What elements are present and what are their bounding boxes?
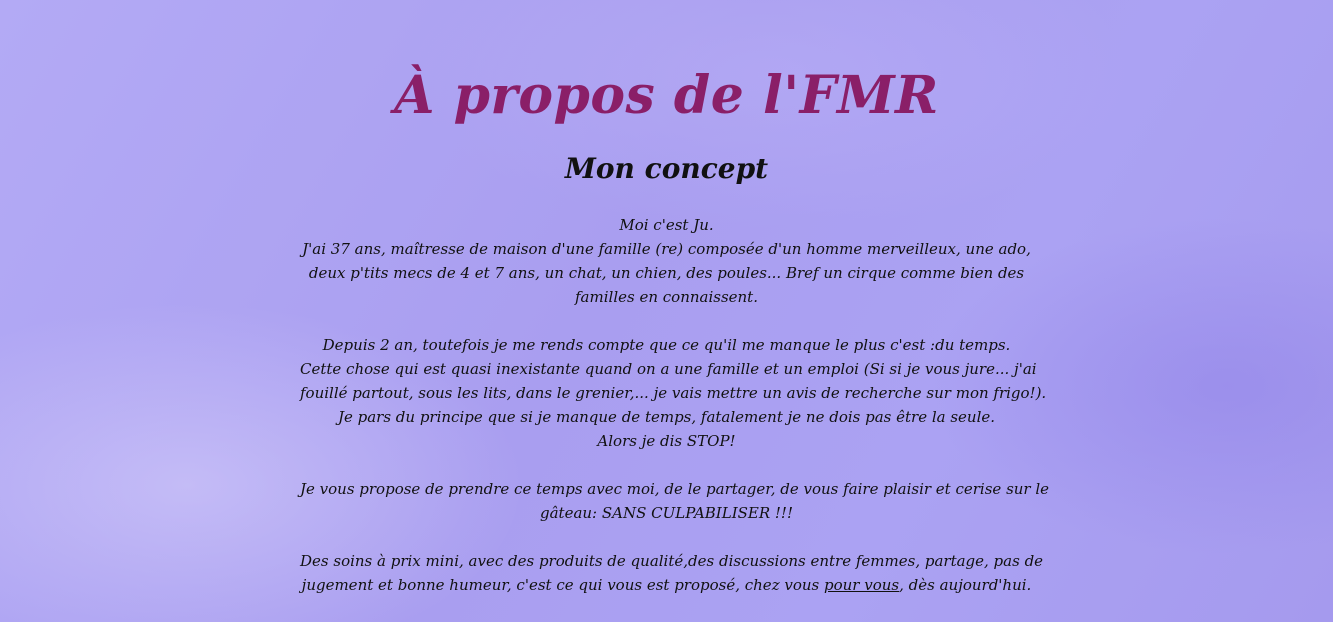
text-line: fouillé partout, sous les lits, dans le …	[300, 384, 1047, 402]
text-segment: , dès aujourd'hui.	[899, 576, 1032, 594]
about-page: À propos de l'FMR Mon concept Moi c'est …	[0, 0, 1333, 622]
text-line: familles en connaissent.	[575, 288, 758, 306]
paragraph-offer: Je vous propose de prendre ce temps avec…	[300, 477, 1050, 525]
about-text: Moi c'est Ju. J'ai 37 ans, maîtresse de …	[300, 213, 1050, 621]
text-line: Depuis 2 an, toutefois je me rends compt…	[322, 336, 1011, 354]
paragraph-services: Des soins à prix mini, avec des produits…	[300, 549, 1044, 597]
section-subtitle: Mon concept	[564, 152, 769, 186]
text-line: Je pars du principe que si je manque de …	[337, 408, 996, 426]
underlined-text: pour vous	[824, 576, 900, 594]
text-line: Je vous propose de prendre ce temps avec…	[300, 480, 1050, 498]
text-line: Des soins à prix mini, avec des produits…	[300, 552, 1044, 570]
text-line: Alors je dis STOP!	[597, 432, 736, 450]
text-segment: jugement et bonne humeur, c'est ce qui v…	[301, 576, 824, 594]
paragraph-time: Depuis 2 an, toutefois je me rends compt…	[300, 333, 1047, 453]
page-title: À propos de l'FMR	[394, 64, 939, 126]
text-line: gâteau: SANS CULPABILISER !!!	[540, 504, 793, 522]
text-line: jugement et bonne humeur, c'est ce qui v…	[300, 573, 1033, 597]
paragraph-intro: Moi c'est Ju. J'ai 37 ans, maîtresse de …	[300, 213, 1033, 309]
text-line: deux p'tits mecs de 4 et 7 ans, un chat,…	[308, 264, 1025, 282]
text-line: Cette chose qui est quasi inexistante qu…	[300, 360, 1037, 378]
text-line: J'ai 37 ans, maîtresse de maison d'une f…	[302, 240, 1031, 258]
text-line: Moi c'est Ju.	[619, 216, 714, 234]
